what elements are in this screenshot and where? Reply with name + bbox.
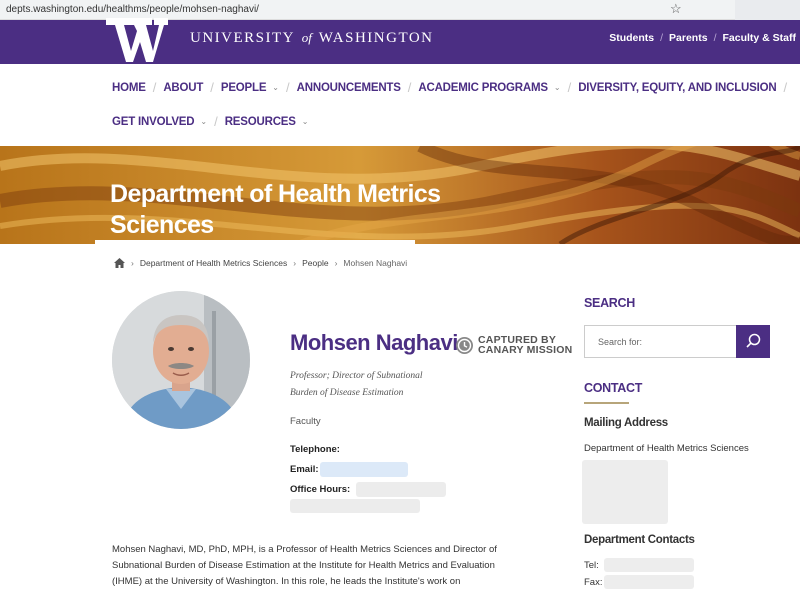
chevron-down-icon[interactable]: ⌄ [200,117,207,126]
person-bio: Mohsen Naghavi, MD, PhD, MPH, is a Profe… [112,544,497,587]
tel-label: Tel: [584,560,599,571]
chevron-down-icon[interactable]: ⌄ [554,83,561,92]
nav-get-involved[interactable]: GET INVOLVED [112,116,195,128]
chevron-down-icon[interactable]: ⌄ [272,83,279,92]
clock-icon [456,336,473,354]
fax-label: Fax: [584,577,603,588]
breadcrumb-people[interactable]: People [302,258,328,268]
home-icon[interactable] [114,258,125,268]
mailing-address-heading: Mailing Address [584,417,668,429]
page-title: Department of Health Metrics Sciences [110,180,441,239]
breadcrumb: › Department of Health Metrics Sciences … [114,258,407,268]
office-hours-redacted-line-2 [290,499,420,513]
nav-about[interactable]: ABOUT [163,82,203,94]
office-hours-label: Office Hours: [290,484,351,495]
chevron-down-icon[interactable]: ⌄ [302,117,309,126]
nav-separator: / [214,114,218,129]
office-hours-redacted [356,482,446,497]
badge-line-2: CANARY MISSION [478,344,573,356]
window-controls [735,0,800,20]
department-banner: Department of Health Metrics Sciences [0,146,800,244]
person-title: Professor; Director of Subnational Burde… [290,371,423,398]
nav-announcements[interactable]: ANNOUNCEMENTS [297,82,401,94]
search-button[interactable] [736,325,770,358]
students-link[interactable]: Students [609,32,654,44]
watermark-badge: CAPTURED BY CANARY MISSION [456,335,572,355]
breadcrumb-separator: › [131,258,134,268]
bookmark-star-icon[interactable]: ☆ [670,1,682,17]
breadcrumb-separator: › [334,258,338,268]
parents-link[interactable]: Parents [669,32,708,44]
breadcrumb-current: Mohsen Naghavi [343,258,408,268]
search-box [584,325,770,358]
mailing-address-redacted [582,460,668,524]
contact-heading: CONTACT [584,381,643,395]
mailing-address-line-1: Department of Health Metrics Sciences [584,443,749,454]
nav-academic-programs[interactable]: ACADEMIC PROGRAMS [418,82,548,94]
tel-redacted [604,558,694,572]
browser-address-bar[interactable]: depts.washington.edu/healthms/people/moh… [0,0,800,20]
main-nav-row-1: HOME / ABOUT / PEOPLE ⌄ / ANNOUNCEMENTS … [112,80,794,95]
main-nav-row-2: GET INVOLVED ⌄ / RESOURCES ⌄ [112,114,308,129]
breadcrumb-separator: › [293,258,297,268]
nav-separator: / [286,80,290,95]
email-link-redacted[interactable] [320,462,408,477]
link-separator: / [713,32,717,44]
telephone-label: Telephone: [290,444,340,455]
faculty-staff-link[interactable]: Faculty & Staff [722,32,796,44]
contact-divider [584,402,629,404]
search-heading: SEARCH [584,296,635,310]
nav-separator: / [783,80,788,95]
url-text[interactable]: depts.washington.edu/healthms/people/moh… [6,4,259,15]
nav-separator: / [152,80,157,95]
email-label: Email: [290,464,319,475]
fax-redacted [604,575,694,589]
nav-separator: / [210,80,214,95]
nav-resources[interactable]: RESOURCES [225,116,296,128]
link-separator: / [660,32,664,44]
nav-separator: / [567,80,572,95]
profile-photo [112,291,250,429]
person-role: Faculty [290,416,321,427]
nav-separator: / [407,80,412,95]
nav-home[interactable]: HOME [112,82,146,94]
title-underline-divider [95,240,415,246]
uw-w-logo-icon[interactable] [104,18,170,64]
person-name: Mohsen Naghavi [290,330,458,355]
search-icon [746,333,761,348]
department-contacts-heading: Department Contacts [584,534,695,546]
university-wordmark[interactable]: UNIVERSITY of WASHINGTON [190,30,434,47]
audience-links: Students / Parents / Faculty & Staff [609,32,796,44]
breadcrumb-department[interactable]: Department of Health Metrics Sciences [140,258,287,268]
nav-diversity-equity-inclusion[interactable]: DIVERSITY, EQUITY, AND INCLUSION [578,82,776,94]
nav-people[interactable]: PEOPLE [221,82,267,94]
uw-header: UNIVERSITY of WASHINGTON Students / Pare… [0,18,800,64]
search-input[interactable] [585,326,737,357]
